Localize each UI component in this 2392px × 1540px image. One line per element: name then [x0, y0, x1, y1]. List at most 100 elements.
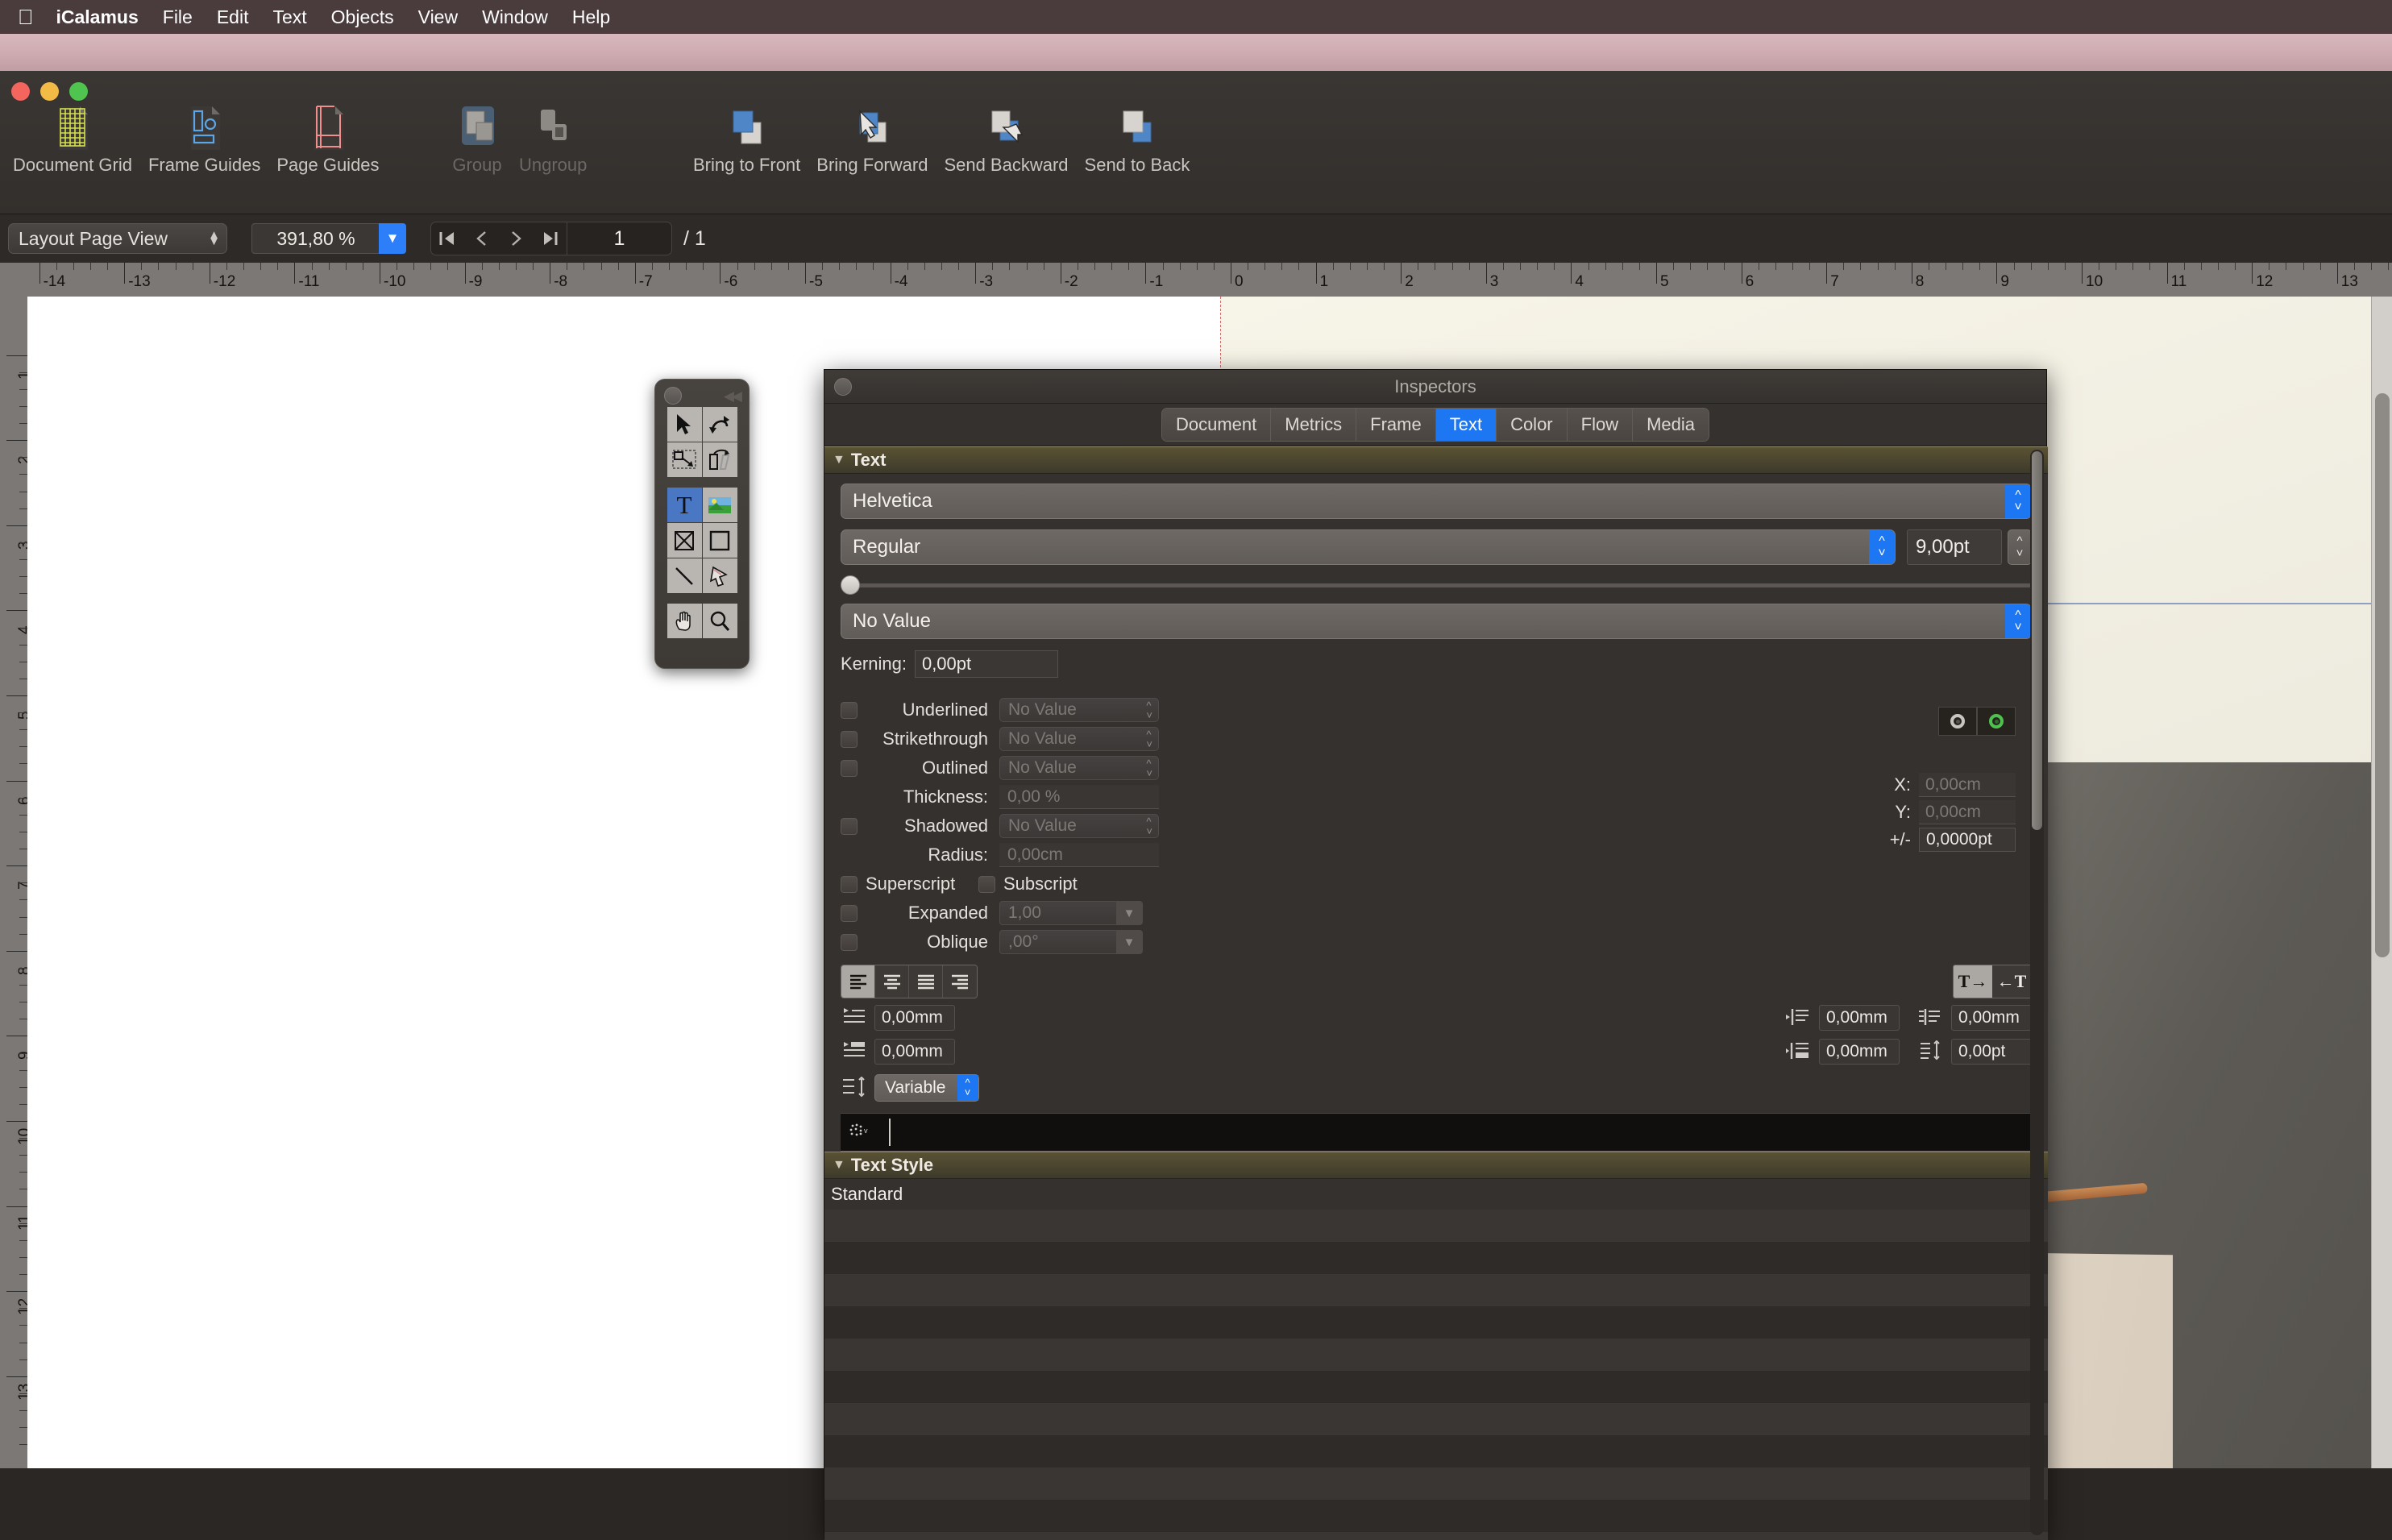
close-icon[interactable] — [834, 378, 852, 396]
align-left-button[interactable] — [841, 965, 875, 998]
text-style-empty-row[interactable] — [824, 1210, 2048, 1242]
section-header-text-style[interactable]: ▼ Text Style — [824, 1152, 2048, 1179]
bezier-pen-tool[interactable] — [702, 558, 737, 593]
align-justify-button[interactable] — [909, 965, 943, 998]
tab-frame[interactable]: Frame — [1356, 408, 1436, 441]
section-header-text[interactable]: ▼ Text — [824, 446, 2048, 474]
flip-tool[interactable] — [702, 442, 737, 477]
inspectors-titlebar[interactable]: Inspectors — [824, 370, 2046, 404]
toolbar-button-document-grid[interactable]: Document Grid — [5, 100, 140, 176]
font-size-slider[interactable] — [841, 575, 2032, 596]
radius-input[interactable]: 0,00cm — [999, 843, 1159, 867]
text-style-empty-row[interactable] — [824, 1500, 2048, 1532]
menu-item-view[interactable]: View — [418, 6, 458, 28]
toolbar-button-frame-guides[interactable]: Frame Guides — [140, 100, 268, 176]
zoom-tool[interactable] — [702, 604, 737, 638]
horizontal-ruler[interactable]: -14 -13 -12 -11 -10 -9 -8 -7 -6 -5 -4 -3 -2 -1 0 1 2 3 4 5 6… — [0, 263, 2392, 297]
baseline-shift-input[interactable]: 0,0000pt — [1919, 828, 2016, 852]
indent-first-input[interactable]: 0,00mm — [874, 1005, 955, 1031]
zoom-level-input[interactable]: 391,80 % — [251, 223, 380, 254]
menu-item-help[interactable]: Help — [572, 6, 610, 28]
margin-bottom-input[interactable]: 0,00mm — [1819, 1039, 1900, 1065]
space-after-input[interactable]: 0,00pt — [1951, 1039, 2032, 1065]
text-style-empty-row[interactable] — [824, 1306, 2048, 1339]
tools-palette-titlebar[interactable]: ◀◀ — [655, 380, 749, 407]
shadow-offset-y-input[interactable]: 0,00cm — [1919, 800, 2016, 824]
menu-item-icalamus[interactable]: iCalamus — [56, 6, 139, 28]
outlined-select[interactable]: No Value ^ ˅ — [999, 756, 1159, 780]
rectangle-tool[interactable] — [702, 523, 737, 558]
page-number-input[interactable]: 1 — [567, 222, 671, 255]
zoom-window-button[interactable] — [69, 82, 88, 101]
slider-knob[interactable] — [841, 575, 860, 595]
font-size-input[interactable]: 9,00pt — [1907, 529, 2002, 565]
toolbar-button-bring-forward[interactable]: Bring Forward — [808, 100, 936, 176]
font-variant-select[interactable]: No Value ^ ˅ — [841, 604, 2032, 639]
outlined-checkbox[interactable] — [841, 759, 858, 777]
kerning-input[interactable]: 0,00pt — [914, 650, 1058, 678]
toolbar-button-send-to-back[interactable]: Send to Back — [1077, 100, 1198, 176]
expanded-select[interactable]: 1,00 ▼ — [999, 901, 1143, 925]
oblique-select[interactable]: ,00° ▼ — [999, 930, 1143, 954]
font-family-select[interactable]: Helvetica ^ ˅ — [841, 484, 2032, 519]
align-center-button[interactable] — [875, 965, 909, 998]
text-style-empty-row[interactable] — [824, 1371, 2048, 1403]
indent-block-input[interactable]: 0,00mm — [874, 1039, 955, 1065]
text-tool[interactable]: T — [667, 488, 702, 522]
oblique-checkbox[interactable] — [841, 933, 858, 951]
shadowed-select[interactable]: No Value ^ ˅ — [999, 814, 1159, 838]
toolbar-button-bring-to-front[interactable]: Bring to Front — [685, 100, 808, 176]
resize-tool[interactable] — [667, 442, 702, 477]
text-direction-ltr-button[interactable]: T→ — [1954, 965, 1992, 998]
inspectors-window[interactable]: Inspectors Document Metrics Frame Text C… — [824, 369, 2048, 1540]
select-arrow-tool[interactable] — [667, 407, 702, 442]
hand-tool[interactable] — [667, 604, 702, 638]
tab-flow[interactable]: Flow — [1567, 408, 1634, 441]
toolbar-button-page-guides[interactable]: Page Guides — [268, 100, 387, 176]
disclosure-triangle-icon[interactable]: ▼ — [833, 453, 845, 467]
text-style-empty-row[interactable] — [824, 1242, 2048, 1274]
shadow-offset-x-input[interactable]: 0,00cm — [1919, 773, 2016, 797]
thickness-input[interactable]: 0,00 % — [999, 785, 1159, 809]
minimize-window-button[interactable] — [40, 82, 59, 101]
image-tool[interactable] — [702, 488, 737, 522]
margin-top-input[interactable]: 0,00mm — [1951, 1005, 2032, 1031]
vertical-ruler[interactable]: 12345678910111213 — [0, 297, 27, 1468]
margin-left-input[interactable]: 0,00mm — [1819, 1005, 1900, 1031]
expanded-checkbox[interactable] — [841, 904, 858, 922]
text-style-empty-row[interactable] — [824, 1435, 2048, 1467]
tools-palette[interactable]: ◀◀ T — [654, 379, 750, 669]
subscript-checkbox[interactable] — [978, 875, 995, 893]
close-window-button[interactable] — [11, 82, 30, 101]
tab-ruler-strip[interactable]: v — [841, 1113, 2032, 1152]
placeholder-frame-tool[interactable] — [667, 523, 702, 558]
menu-item-text[interactable]: Text — [272, 6, 306, 28]
text-direction-rtl-button[interactable]: ←T — [1992, 965, 2031, 998]
zoom-dropdown-button[interactable]: ▼ — [379, 223, 406, 254]
text-style-empty-row[interactable] — [824, 1532, 2048, 1540]
text-style-row-standard[interactable]: Standard — [824, 1179, 2048, 1210]
toolbar-button-ungroup[interactable]: Ungroup — [511, 100, 595, 176]
tab-media[interactable]: Media — [1633, 408, 1709, 441]
underlined-select[interactable]: No Value ^ ˅ — [999, 698, 1159, 722]
canvas-vertical-scrollbar[interactable] — [2371, 297, 2392, 1468]
view-mode-select[interactable]: Layout Page View ▲ ▼ — [8, 223, 227, 254]
text-style-empty-row[interactable] — [824, 1274, 2048, 1306]
next-page-button[interactable] — [499, 222, 533, 255]
menu-item-window[interactable]: Window — [482, 6, 548, 28]
font-size-stepper[interactable]: ^ ˅ — [2008, 529, 2032, 565]
apple-logo-icon[interactable]:  — [18, 6, 34, 27]
shadowed-checkbox[interactable] — [841, 817, 858, 835]
toolbar-button-group[interactable]: Group — [443, 100, 511, 176]
first-page-button[interactable] — [431, 222, 465, 255]
disclosure-triangle-icon[interactable]: ▼ — [833, 1158, 845, 1173]
last-page-button[interactable] — [533, 222, 567, 255]
previous-page-button[interactable] — [465, 222, 499, 255]
text-style-empty-row[interactable] — [824, 1467, 2048, 1500]
font-style-select[interactable]: Regular ^ ˅ — [841, 529, 1896, 565]
toolbar-button-send-backward[interactable]: Send Backward — [936, 100, 1076, 176]
line-tool[interactable] — [667, 558, 702, 593]
shadow-color-button[interactable] — [1938, 707, 1977, 736]
menu-item-edit[interactable]: Edit — [217, 6, 249, 28]
inspectors-scroll-thumb[interactable] — [2032, 451, 2042, 830]
